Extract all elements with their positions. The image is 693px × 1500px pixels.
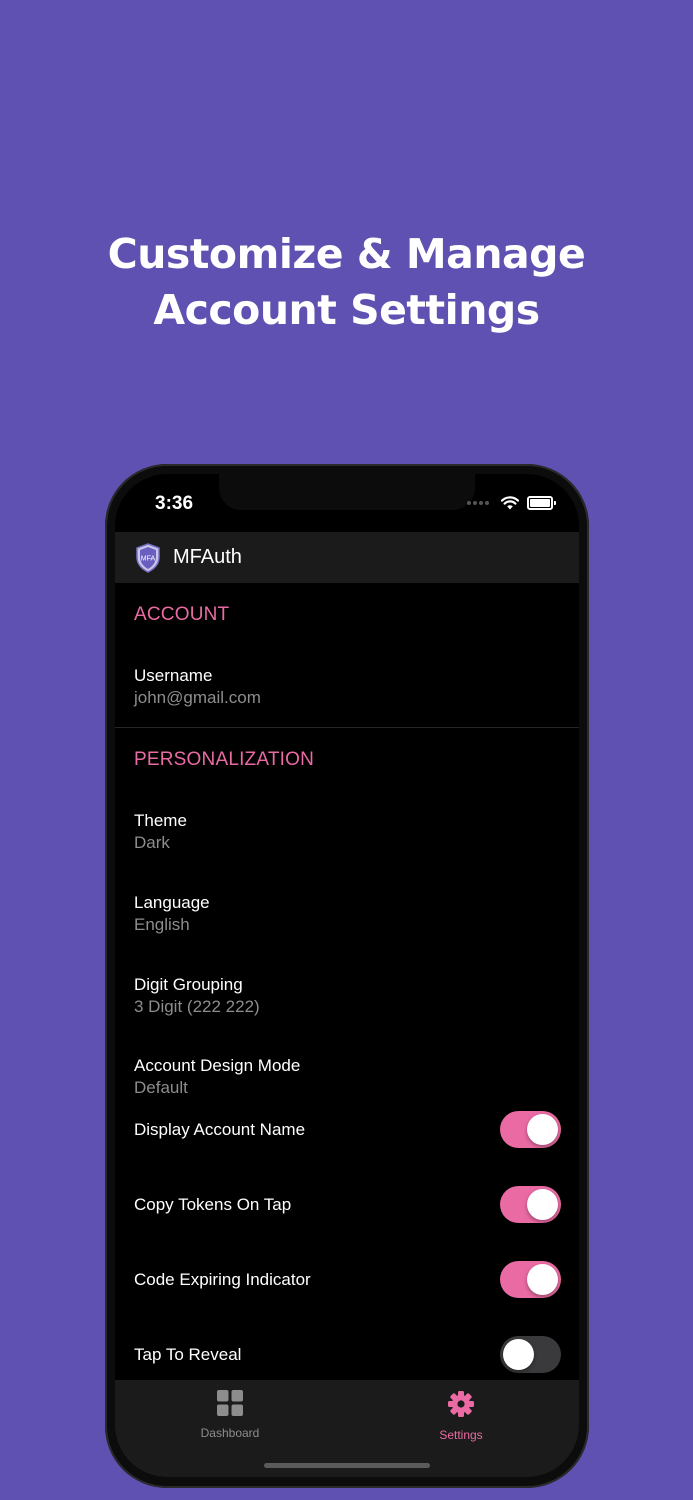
section-header-account: ACCOUNT	[134, 604, 230, 625]
app-title: MFAuth	[173, 546, 242, 568]
gear-icon	[448, 1391, 474, 1417]
promo-headline-line1: Customize & Manage	[107, 230, 586, 278]
phone-screen: 3:36 MFA MFAuth ACCOUNT Username john@gm…	[115, 474, 579, 1477]
copy-tokens-on-tap-toggle[interactable]	[500, 1186, 561, 1223]
tab-settings-label: Settings	[439, 1428, 483, 1442]
setting-code-expiring-indicator: Code Expiring Indicator	[134, 1261, 561, 1298]
setting-account-design-mode-label: Account Design Mode	[134, 1056, 301, 1075]
status-time: 3:36	[155, 493, 194, 514]
home-indicator[interactable]	[264, 1463, 430, 1468]
setting-theme[interactable]: Theme Dark	[134, 810, 561, 854]
setting-language-label: Language	[134, 893, 210, 912]
settings-list: ACCOUNT Username john@gmail.com PERSONAL…	[115, 583, 579, 1380]
notch	[219, 474, 475, 510]
setting-code-expiring-indicator-label: Code Expiring Indicator	[134, 1269, 311, 1289]
display-account-name-toggle[interactable]	[500, 1111, 561, 1148]
promo-headline-line2: Account Settings	[153, 286, 540, 334]
setting-account-design-mode-value: Default	[134, 1078, 188, 1097]
tab-settings[interactable]: Settings	[401, 1390, 521, 1442]
setting-display-account-name: Display Account Name	[134, 1111, 561, 1148]
shield-icon: MFA	[136, 542, 160, 573]
setting-digit-grouping[interactable]: Digit Grouping 3 Digit (222 222)	[134, 974, 561, 1018]
setting-theme-value: Dark	[134, 833, 170, 852]
toggle-knob	[503, 1339, 534, 1370]
tab-dashboard[interactable]: Dashboard	[170, 1390, 290, 1440]
setting-account-design-mode[interactable]: Account Design Mode Default	[134, 1055, 561, 1099]
toggle-knob	[527, 1264, 558, 1295]
grid-icon	[217, 1390, 243, 1416]
promo-headline: Customize & Manage Account Settings	[0, 226, 693, 338]
setting-username-label: Username	[134, 666, 213, 685]
section-header-personalization: PERSONALIZATION	[134, 749, 315, 770]
section-divider	[115, 727, 579, 728]
setting-language-value: English	[134, 915, 190, 934]
battery-icon	[527, 496, 556, 510]
signal-icon	[467, 501, 489, 505]
setting-digit-grouping-label: Digit Grouping	[134, 975, 243, 994]
setting-tap-to-reveal: Tap To Reveal	[134, 1336, 561, 1373]
app-bar: MFA MFAuth	[115, 532, 579, 583]
tap-to-reveal-toggle[interactable]	[500, 1336, 561, 1373]
setting-theme-label: Theme	[134, 811, 187, 830]
setting-display-account-name-label: Display Account Name	[134, 1119, 306, 1139]
setting-language[interactable]: Language English	[134, 892, 561, 936]
app-logo-text: MFA	[141, 555, 156, 562]
toggle-knob	[527, 1114, 558, 1145]
setting-username-value: john@gmail.com	[134, 688, 261, 707]
setting-copy-tokens-on-tap-label: Copy Tokens On Tap	[134, 1194, 292, 1214]
toggle-knob	[527, 1189, 558, 1220]
code-expiring-indicator-toggle[interactable]	[500, 1261, 561, 1298]
setting-username[interactable]: Username john@gmail.com	[134, 665, 561, 709]
setting-copy-tokens-on-tap: Copy Tokens On Tap	[134, 1186, 561, 1223]
status-icons	[467, 496, 556, 510]
setting-tap-to-reveal-label: Tap To Reveal	[134, 1344, 242, 1364]
tab-dashboard-label: Dashboard	[200, 1426, 260, 1440]
setting-digit-grouping-value: 3 Digit (222 222)	[134, 997, 260, 1016]
wifi-icon	[501, 496, 519, 510]
